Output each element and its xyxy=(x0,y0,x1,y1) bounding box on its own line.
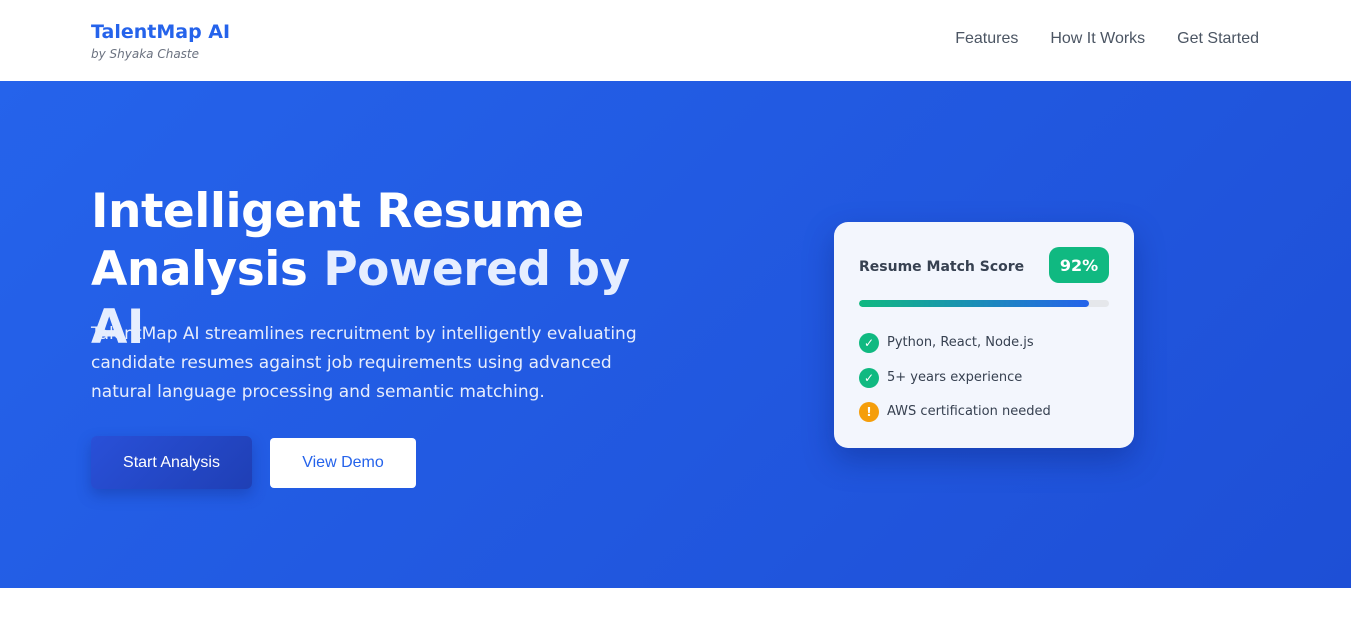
check-circle-icon: ✓ xyxy=(859,367,879,388)
match-score-progress xyxy=(859,300,1109,307)
hero-section: Intelligent Resume Analysis Powered by A… xyxy=(0,81,1351,588)
warning-circle-icon: ! xyxy=(859,402,879,422)
requirement-item: ✓ Python, React, Node.js xyxy=(859,333,1051,353)
hero-title-line2: Analysis xyxy=(91,242,324,297)
match-score-card: Resume Match Score 92% ✓ Python, React, … xyxy=(834,222,1134,448)
match-score-title: Resume Match Score xyxy=(859,259,1025,275)
nav-link-how-it-works[interactable]: How It Works xyxy=(1050,29,1145,49)
check-circle-icon: ✓ xyxy=(859,333,879,353)
requirement-text: 5+ years experience xyxy=(887,369,1023,385)
main-nav: Features How It Works Get Started xyxy=(955,29,1259,49)
brand-author: by Shyaka Chaste xyxy=(91,47,200,61)
view-demo-button[interactable]: View Demo xyxy=(270,438,416,488)
nav-link-get-started[interactable]: Get Started xyxy=(1177,29,1259,49)
requirements-list: ✓ Python, React, Node.js ✓ 5+ years expe… xyxy=(859,333,1051,437)
hero-description: TalentMap AI streamlines recruitment by … xyxy=(91,324,637,402)
hero-title-line1: Intelligent Resume xyxy=(91,184,584,239)
brand[interactable]: TalentMap AI by Shyaka Chaste xyxy=(91,20,230,62)
requirement-text: Python, React, Node.js xyxy=(887,335,1034,350)
match-score-badge: 92% xyxy=(1049,247,1109,283)
requirement-item: ✓ 5+ years experience xyxy=(859,367,1051,388)
site-header: TalentMap AI by Shyaka Chaste Features H… xyxy=(0,0,1351,81)
match-score-progress-fill xyxy=(859,300,1089,307)
brand-name[interactable]: TalentMap AI xyxy=(91,20,230,44)
requirement-text: AWS certification needed xyxy=(887,404,1051,419)
start-analysis-button[interactable]: Start Analysis xyxy=(91,436,252,489)
nav-link-features[interactable]: Features xyxy=(955,29,1018,49)
requirement-item: ! AWS certification needed xyxy=(859,402,1051,422)
